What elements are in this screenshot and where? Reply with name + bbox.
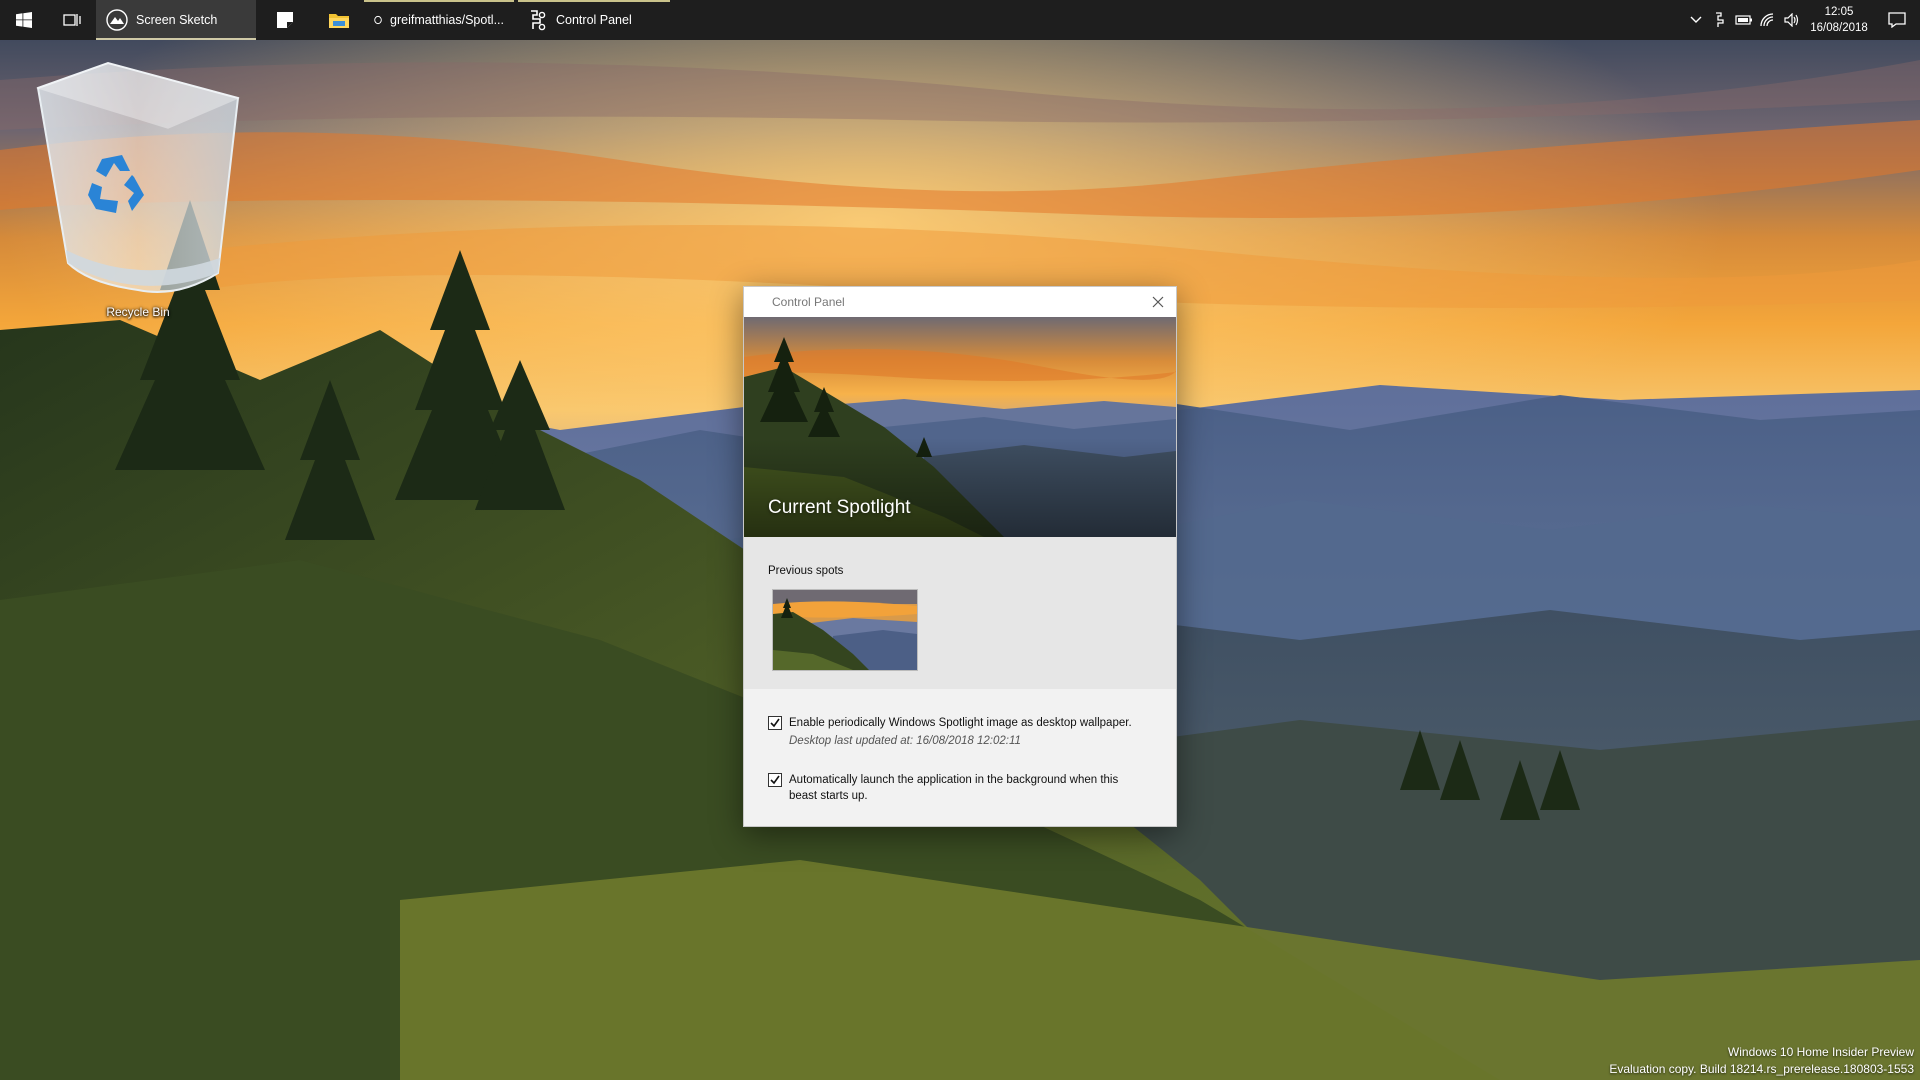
taskbar: Screen Sketch greifmatthias/Spotl... Con… — [0, 0, 1920, 40]
wifi-icon — [1760, 13, 1774, 27]
taskbar-app-label: Screen Sketch — [136, 13, 218, 27]
checkmark-icon — [770, 775, 780, 785]
taskbar-app-screen-sketch[interactable]: Screen Sketch — [96, 0, 256, 40]
running-indicator — [518, 0, 670, 2]
previous-spot-image — [773, 590, 917, 670]
clock-date: 16/08/2018 — [1810, 22, 1868, 34]
taskbar-app-label: Control Panel — [556, 13, 632, 27]
recycle-bin-label: Recycle Bin — [106, 305, 170, 319]
clock[interactable]: 12:05 16/08/2018 — [1804, 4, 1874, 36]
running-indicator — [364, 0, 514, 2]
battery-icon — [1735, 15, 1752, 25]
pen-tray-icon — [1716, 12, 1724, 27]
settings-section: Enable periodically Windows Spotlight im… — [744, 689, 1176, 826]
previous-spot-thumbnail[interactable] — [772, 589, 918, 671]
folder-icon — [329, 14, 349, 28]
windows-watermark: Windows 10 Home Insider Preview Evaluati… — [1609, 1044, 1914, 1078]
close-icon — [1152, 296, 1164, 308]
control-panel-icon — [531, 10, 546, 31]
wallpaper-option-label: Enable periodically Windows Spotlight im… — [789, 717, 1132, 729]
battery-button[interactable] — [1732, 0, 1756, 40]
show-hidden-icons-button[interactable] — [1684, 0, 1708, 40]
watermark-build: Evaluation copy. Build 18214.rs_prerelea… — [1609, 1062, 1914, 1076]
tray-app-icon[interactable] — [1708, 0, 1732, 40]
chevron-down-icon — [1690, 16, 1702, 23]
windows-logo-icon — [16, 12, 32, 28]
current-spotlight-banner: Current Spotlight — [744, 317, 1176, 537]
volume-button[interactable] — [1780, 0, 1804, 40]
screen-sketch-icon — [106, 9, 128, 31]
wallpaper-option: Enable periodically Windows Spotlight im… — [768, 715, 1149, 749]
window-title-bar[interactable]: Control Panel — [744, 287, 1176, 317]
task-view-button[interactable] — [48, 0, 96, 40]
recycle-bin-desktop-icon[interactable]: Recycle Bin — [28, 58, 248, 319]
opera-icon — [374, 15, 382, 25]
start-button[interactable] — [0, 0, 48, 40]
active-indicator — [96, 38, 256, 40]
network-button[interactable] — [1756, 0, 1780, 40]
previous-spots-label: Previous spots — [768, 565, 844, 577]
wallpaper-checkbox[interactable] — [768, 716, 782, 730]
speaker-icon — [1784, 13, 1799, 27]
system-tray: 12:05 16/08/2018 — [1684, 0, 1920, 40]
wallpaper-option-text: Enable periodically Windows Spotlight im… — [789, 715, 1149, 749]
autostart-option-label: Automatically launch the application in … — [789, 774, 1119, 802]
notification-icon — [1888, 12, 1906, 28]
control-panel-window: Control Panel Current Spotlight Previous… — [743, 286, 1177, 827]
action-center-button[interactable] — [1874, 0, 1920, 40]
clock-time: 12:05 — [1824, 6, 1854, 18]
task-view-icon — [63, 14, 81, 26]
autostart-checkbox[interactable] — [768, 773, 782, 787]
autostart-option: Automatically launch the application in … — [768, 772, 1149, 804]
autostart-option-text: Automatically launch the application in … — [789, 772, 1149, 804]
taskbar-app-label: greifmatthias/Spotl... — [390, 13, 504, 27]
close-button[interactable] — [1144, 287, 1172, 317]
watermark-edition: Windows 10 Home Insider Preview — [1727, 1045, 1914, 1059]
window-title: Control Panel — [772, 295, 845, 309]
recycle-bin-icon — [35, 61, 241, 293]
checkmark-icon — [770, 718, 780, 728]
taskbar-app-file-explorer[interactable] — [314, 0, 364, 40]
taskbar-app-control-panel[interactable]: Control Panel — [518, 0, 670, 40]
taskbar-app-sticky-notes[interactable] — [256, 0, 314, 40]
sticky-notes-icon — [277, 12, 293, 28]
current-spotlight-title: Current Spotlight — [768, 497, 911, 518]
previous-spots-section: Previous spots — [744, 537, 1176, 689]
taskbar-app-opera[interactable]: greifmatthias/Spotl... — [364, 0, 514, 40]
desktop-last-updated: Desktop last updated at: 16/08/2018 12:0… — [789, 735, 1021, 747]
